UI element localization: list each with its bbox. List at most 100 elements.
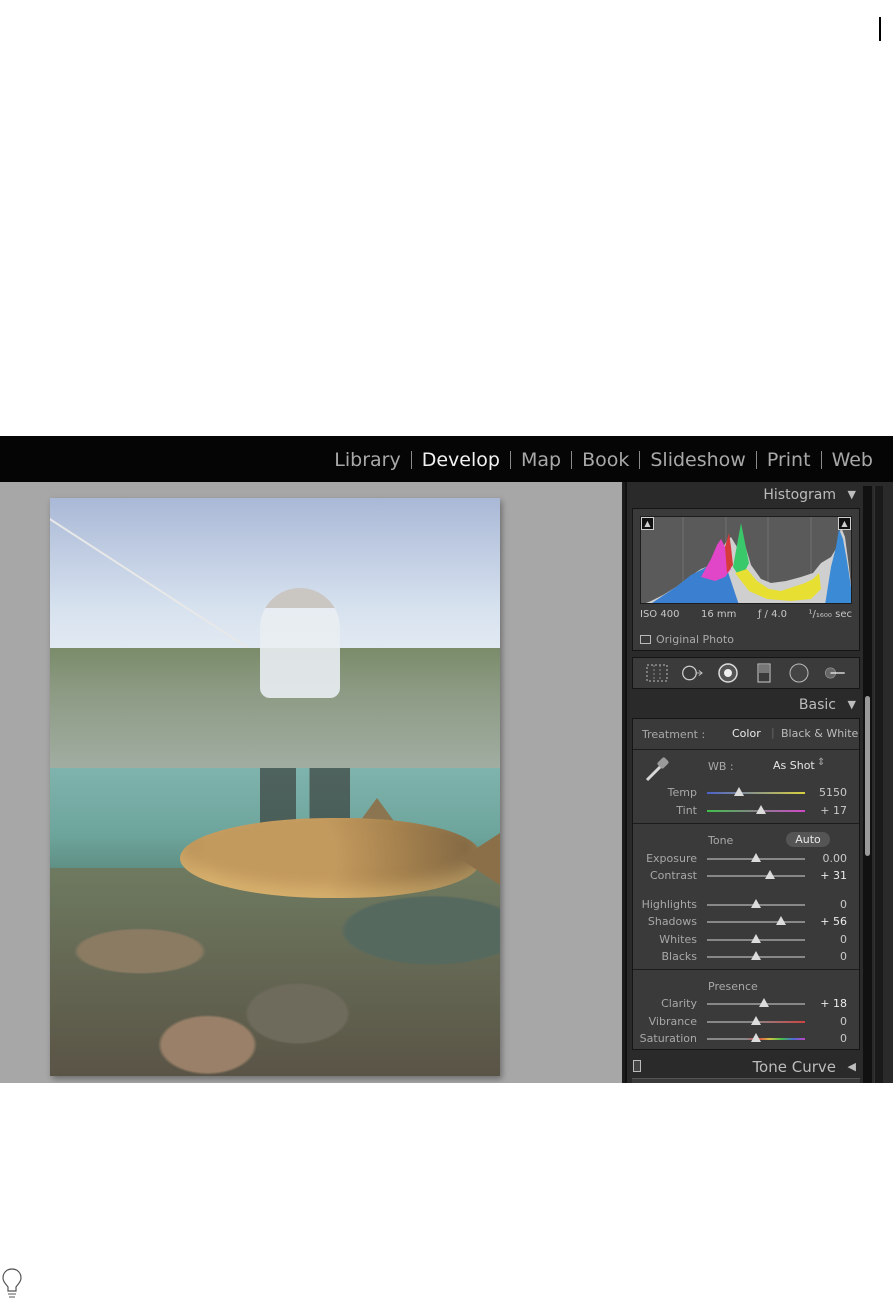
highlights-value[interactable]: 0 [807, 898, 847, 911]
exposure-label: Exposure [646, 852, 697, 865]
vibrance-value[interactable]: 0 [807, 1015, 847, 1028]
temp-value[interactable]: 5150 [807, 786, 847, 799]
spot-removal-icon[interactable] [681, 662, 704, 684]
blacks-label: Blacks [661, 950, 698, 963]
tint-slider-thumb[interactable] [755, 805, 766, 814]
contrast-slider[interactable] [707, 870, 805, 879]
wb-select-arrows-icon[interactable]: ⇕ [817, 757, 825, 768]
exposure-slider-thumb[interactable] [751, 853, 761, 862]
saturation-slider[interactable] [707, 1033, 805, 1042]
tint-value[interactable]: + 17 [807, 804, 847, 817]
photo-riverbed [50, 868, 500, 1076]
temp-slider[interactable] [707, 787, 805, 796]
module-library[interactable]: Library [324, 448, 410, 472]
original-photo-checkbox[interactable] [640, 635, 651, 644]
photo-preview[interactable] [50, 498, 500, 1076]
clarity-slider-thumb[interactable] [759, 998, 770, 1007]
contrast-slider-thumb[interactable] [765, 870, 776, 879]
auto-tone-button[interactable]: Auto [786, 832, 830, 847]
tint-label: Tint [676, 804, 697, 817]
clarity-label: Clarity [661, 997, 697, 1010]
module-book[interactable]: Book [572, 448, 639, 472]
divider [633, 969, 859, 970]
module-picker: Library Develop Map Book Slideshow Print… [324, 448, 883, 472]
module-map[interactable]: Map [511, 448, 571, 472]
divider [633, 749, 859, 750]
tone-label: Tone [708, 834, 734, 847]
exposure-value[interactable]: 0.00 [807, 852, 848, 865]
whites-slider[interactable] [707, 934, 805, 943]
shadows-slider-thumb[interactable] [776, 916, 787, 925]
exif-shutter: ¹/₁₆₀₀ sec [808, 609, 852, 620]
adjustment-brush-icon[interactable] [824, 662, 846, 684]
whites-label: Whites [659, 933, 697, 946]
module-develop[interactable]: Develop [412, 448, 510, 472]
shadow-clipping-icon[interactable]: ▲ [641, 517, 654, 530]
module-slideshow[interactable]: Slideshow [640, 448, 755, 472]
module-web[interactable]: Web [822, 448, 883, 472]
histogram-header[interactable]: Histogram ▼ [632, 484, 860, 506]
highlights-slider-thumb[interactable] [751, 899, 761, 908]
wb-label: WB : [708, 760, 734, 773]
blacks-slider[interactable] [707, 951, 805, 960]
highlights-slider[interactable] [707, 899, 805, 908]
treatment-color-button[interactable]: Color [732, 727, 761, 740]
wb-preset-select[interactable]: As Shot [773, 759, 815, 772]
vibrance-slider-thumb[interactable] [751, 1016, 761, 1025]
saturation-label: Saturation [639, 1032, 697, 1045]
page-edge-rule [879, 17, 881, 41]
histogram-title: Histogram [763, 487, 836, 503]
exif-iso: ISO 400 [640, 609, 680, 620]
expand-triangle-icon[interactable]: ◀ [848, 1056, 856, 1078]
radial-filter-icon[interactable] [788, 662, 810, 684]
histogram-panel: ▲ ▲ ISO 400 16 mm ƒ / 4.0 ¹/₁₆₀₀ sec Ori… [632, 508, 860, 651]
collapse-triangle-icon[interactable]: ▼ [848, 694, 856, 716]
tint-slider[interactable] [707, 805, 805, 814]
panel-scroll-thumb[interactable] [865, 696, 870, 856]
contrast-value[interactable]: + 31 [807, 869, 847, 882]
temp-label: Temp [667, 786, 697, 799]
graduated-filter-icon[interactable] [753, 662, 775, 684]
collapse-triangle-icon[interactable]: ▼ [848, 484, 856, 506]
module-print[interactable]: Print [757, 448, 821, 472]
saturation-value[interactable]: 0 [807, 1032, 847, 1045]
highlight-clipping-icon[interactable]: ▲ [838, 517, 851, 530]
exif-info: ISO 400 16 mm ƒ / 4.0 ¹/₁₆₀₀ sec [640, 609, 852, 620]
contrast-label: Contrast [649, 869, 697, 882]
red-eye-icon[interactable] [717, 662, 739, 684]
photo-canvas[interactable] [0, 482, 622, 1083]
clarity-value[interactable]: + 18 [807, 997, 847, 1010]
histogram-graph[interactable]: ▲ ▲ [640, 516, 852, 604]
shadows-slider[interactable] [707, 916, 805, 925]
whites-slider-thumb[interactable] [751, 934, 761, 943]
treatment-label: Treatment : [642, 728, 706, 741]
photo-fish-tail [460, 833, 500, 885]
tone-curve-header[interactable]: Tone Curve ◀ [632, 1056, 860, 1078]
photo-angler [260, 588, 340, 698]
clarity-slider[interactable] [707, 998, 805, 1007]
whites-value[interactable]: 0 [807, 933, 847, 946]
exposure-slider[interactable] [707, 853, 805, 862]
original-photo-label: Original Photo [656, 633, 734, 646]
original-photo-toggle[interactable]: Original Photo [640, 633, 734, 646]
vibrance-slider[interactable] [707, 1016, 805, 1025]
treatment-separator: | [771, 726, 775, 739]
blacks-value[interactable]: 0 [807, 950, 847, 963]
develop-tool-strip [632, 657, 860, 689]
vibrance-label: Vibrance [648, 1015, 697, 1028]
presence-label: Presence [708, 980, 758, 993]
temp-slider-thumb[interactable] [734, 787, 745, 796]
panel-scrollbar[interactable] [863, 486, 872, 1083]
basic-header[interactable]: Basic ▼ [632, 694, 860, 716]
divider [633, 823, 859, 824]
treatment-bw-button[interactable]: Black & White [781, 727, 858, 740]
basic-title: Basic [798, 697, 836, 713]
exif-focal: 16 mm [700, 609, 737, 620]
highlights-label: Highlights [641, 898, 697, 911]
shadows-label: Shadows [647, 915, 697, 928]
blacks-slider-thumb[interactable] [751, 951, 761, 960]
wb-eyedropper-icon[interactable] [641, 754, 671, 784]
crop-overlay-icon[interactable] [646, 662, 668, 684]
shadows-value[interactable]: + 56 [807, 915, 847, 928]
saturation-slider-thumb[interactable] [751, 1033, 761, 1042]
